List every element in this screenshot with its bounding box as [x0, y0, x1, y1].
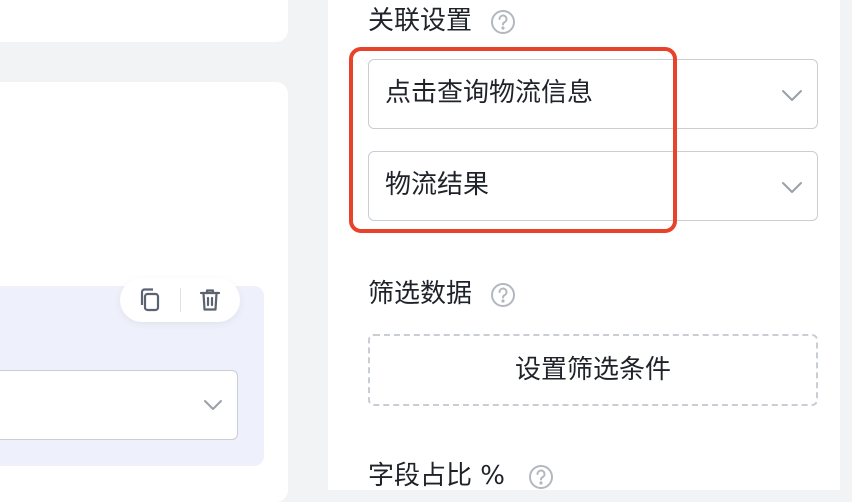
relation-source-select[interactable]: 点击查询物流信息 [368, 59, 818, 129]
help-circle-icon[interactable] [528, 464, 554, 490]
relation-result-select[interactable]: 物流结果 [368, 151, 818, 221]
chevron-down-icon [203, 397, 223, 411]
form-card [0, 0, 288, 42]
filter-data-title: 筛选数据 [368, 279, 473, 309]
copy-icon[interactable] [138, 287, 162, 313]
scrollbar-track[interactable] [840, 0, 852, 490]
select-value: 点击查询物流信息 [385, 78, 594, 108]
select-value: 物流结果 [385, 170, 490, 200]
field-select[interactable] [0, 370, 238, 440]
chevron-down-icon [781, 179, 803, 193]
set-filter-conditions-button[interactable]: 设置筛选条件 [368, 334, 818, 406]
help-circle-icon[interactable] [490, 9, 516, 35]
toolbar-divider [180, 288, 181, 312]
field-ratio-title: 字段占比 % [368, 461, 505, 491]
help-circle-icon[interactable] [490, 282, 516, 308]
trash-icon[interactable] [198, 287, 222, 313]
relation-settings-title: 关联设置 [368, 6, 473, 36]
form-canvas [0, 0, 328, 502]
chevron-down-icon [781, 87, 803, 101]
